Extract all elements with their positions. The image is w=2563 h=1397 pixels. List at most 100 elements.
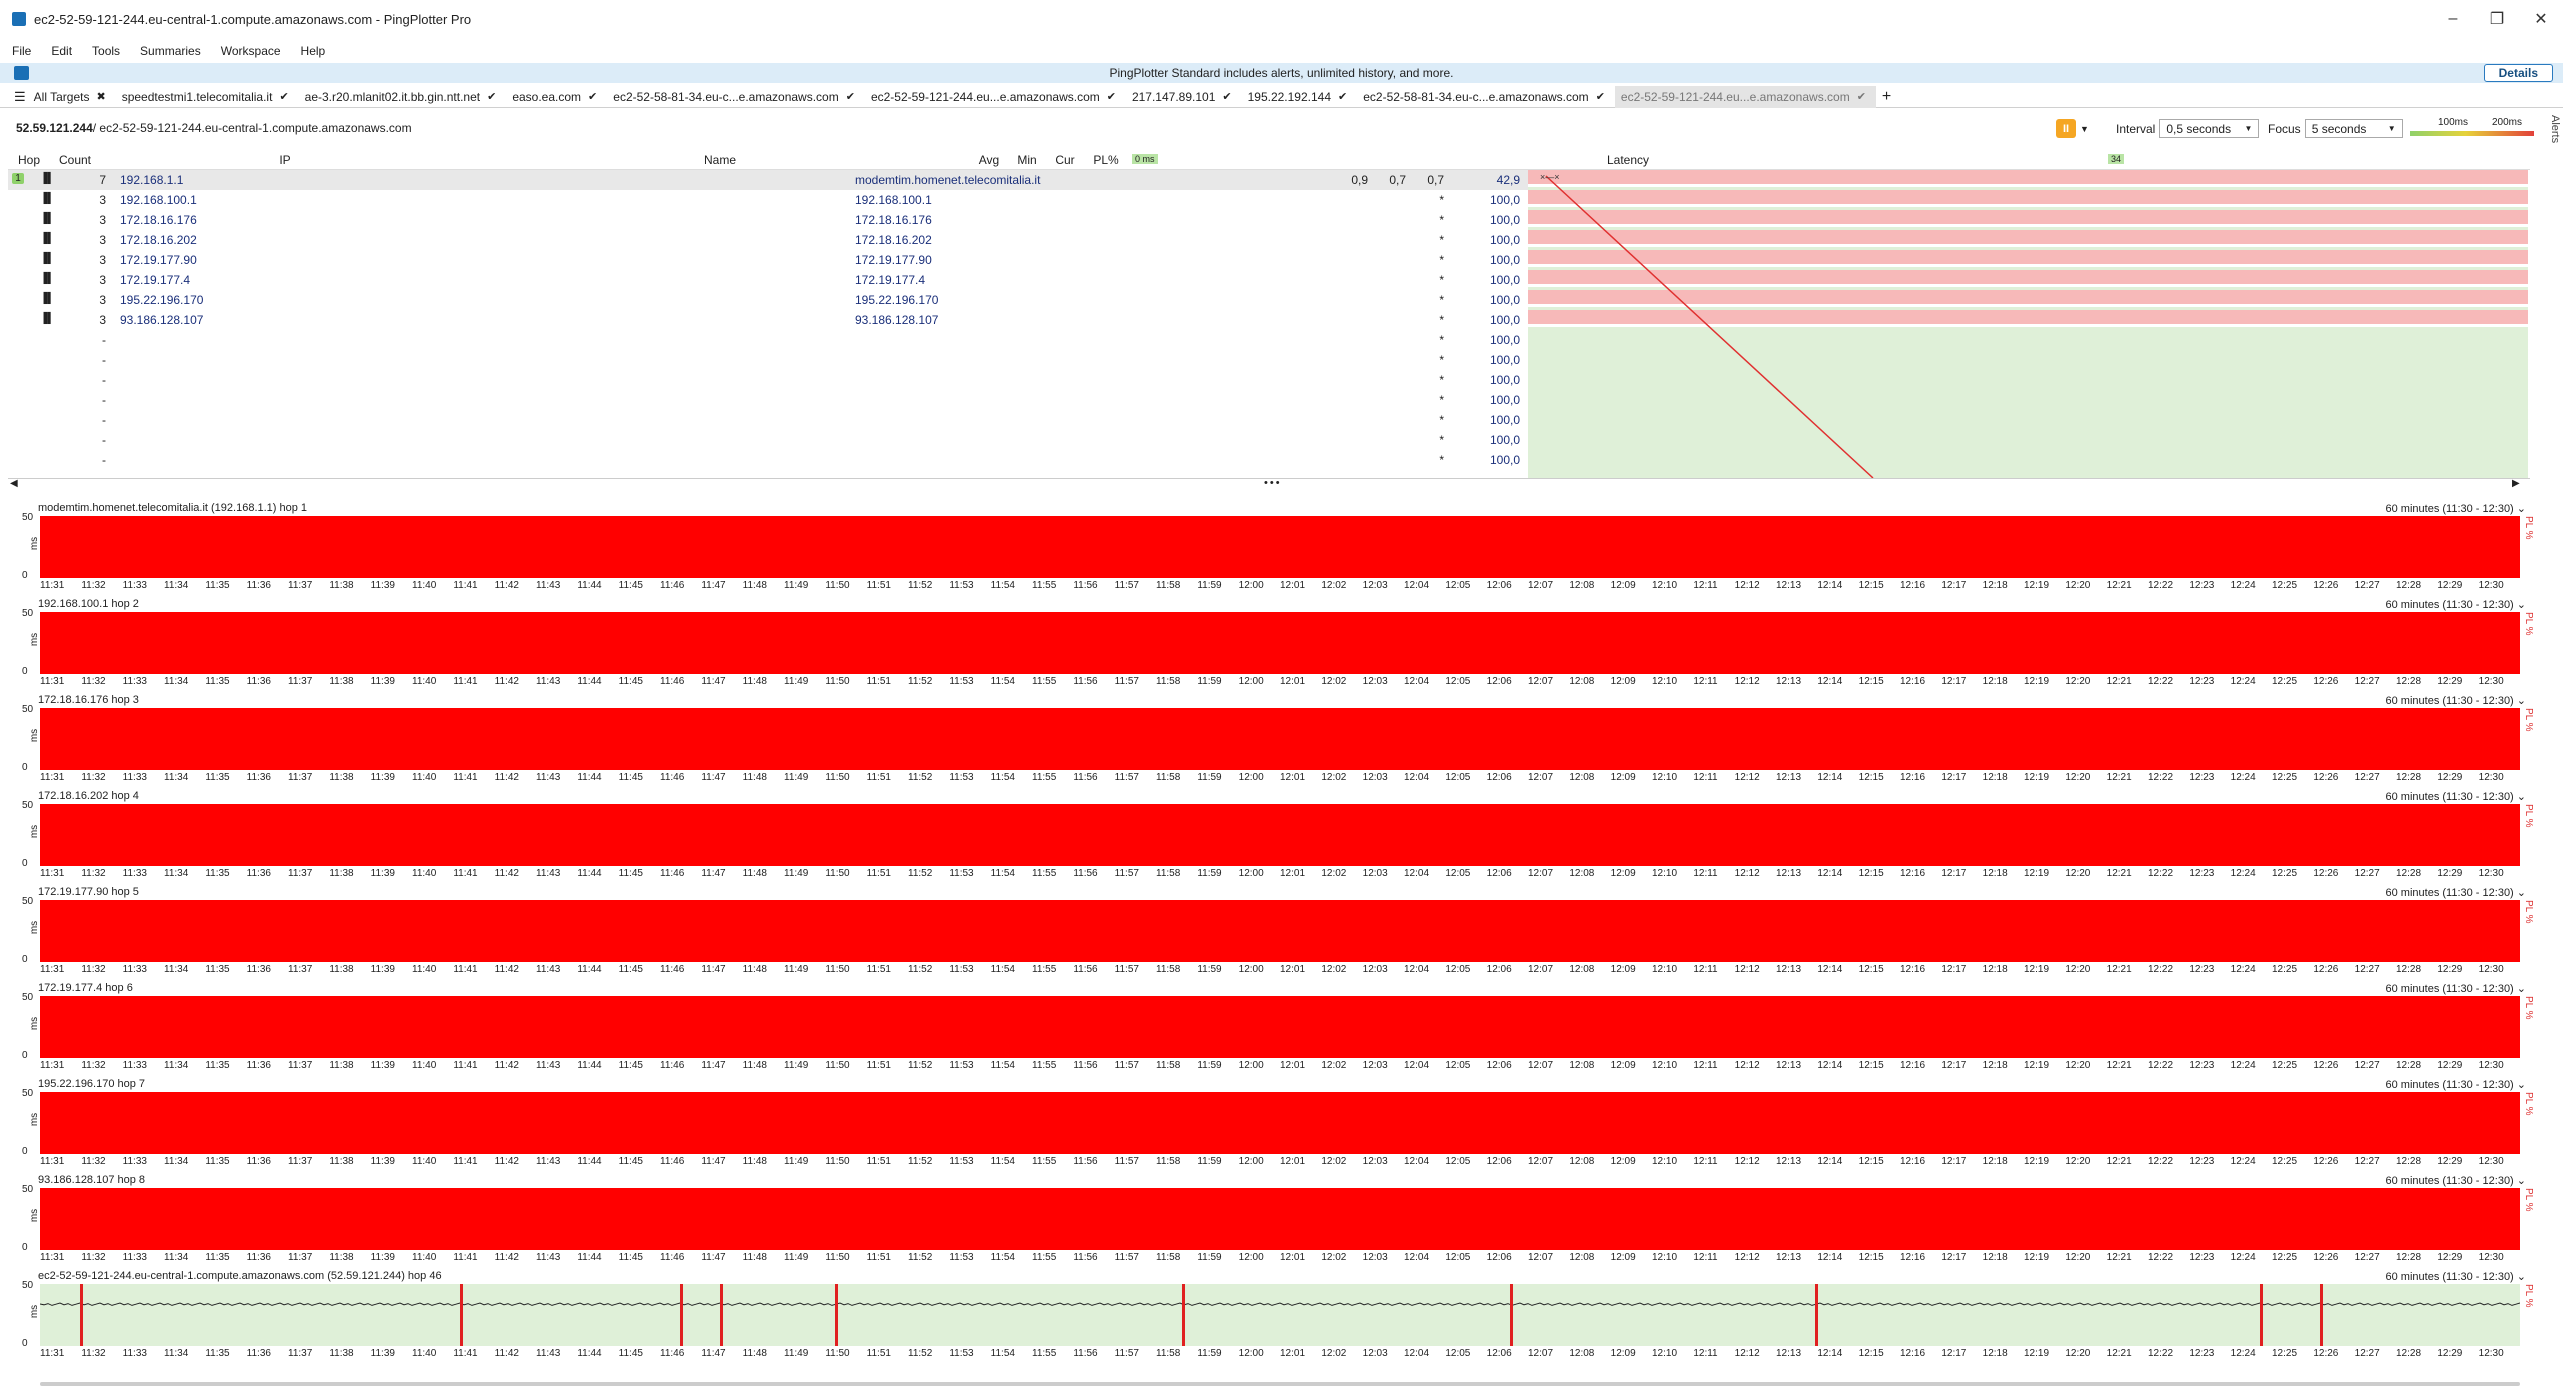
list-icon[interactable]: ☰ [14,89,26,105]
panel-range-select[interactable]: 60 minutes (11:30 - 12:30) ⌄ [2386,1078,2526,1091]
hop-graph-icon[interactable]: ▐▌ [40,213,54,224]
table-row[interactable]: ▐▌ 3 172.19.177.4 172.19.177.4 * 100,0 [8,270,1528,290]
table-row[interactable]: ▐▌ 3 93.186.128.107 93.186.128.107 * 100,0 [8,310,1528,330]
time-tick: 12:20 [2065,676,2091,687]
latency-plot[interactable] [40,1092,2520,1154]
time-tick: 11:43 [536,964,561,975]
table-row[interactable]: - * 100,0 [8,330,1528,350]
hop-graph-icon[interactable]: ▐▌ [40,253,54,264]
hop-timeline-panel[interactable]: 195.22.196.170 hop 7 60 minutes (11:30 - … [8,1078,2534,1174]
time-tick: 11:51 [866,964,891,975]
panel-range-select[interactable]: 60 minutes (11:30 - 12:30) ⌄ [2386,1174,2526,1187]
table-row[interactable]: - * 100,0 [8,350,1528,370]
latency-plot[interactable] [40,996,2520,1058]
latency-plot[interactable] [40,900,2520,962]
hop-timeline-panel[interactable]: 172.18.16.202 hop 4 60 minutes (11:30 - 1… [8,790,2534,886]
panel-range-select[interactable]: 60 minutes (11:30 - 12:30) ⌄ [2386,886,2526,899]
tab-target[interactable]: 217.147.89.101 ✔ [1126,86,1242,108]
hop-graph-icon[interactable]: ▐▌ [40,173,54,184]
hop-graph-icon[interactable]: ▐▌ [40,233,54,244]
time-tick: 12:07 [1528,772,1554,783]
close-icon[interactable]: ✕ [2519,0,2563,38]
alerts-side-tab[interactable]: Alerts [2549,115,2561,143]
interval-select[interactable]: 0,5 seconds ▼ [2159,119,2260,138]
panel-range-select[interactable]: 60 minutes (11:30 - 12:30) ⌄ [2386,694,2526,707]
table-row[interactable]: ▐▌ 3 195.22.196.170 195.22.196.170 * 100,0 [8,290,1528,310]
tab-target[interactable]: ae-3.r20.mlanit02.it.bb.gin.ntt.net ✔ [299,86,507,108]
table-row[interactable]: - * 100,0 [8,410,1528,430]
time-tick: 11:34 [164,580,189,591]
table-row[interactable]: ▐▌ 3 172.18.16.176 172.18.16.176 * 100,0 [8,210,1528,230]
panel-range-select[interactable]: 60 minutes (11:30 - 12:30) ⌄ [2386,502,2526,515]
splitter-handle[interactable]: ••• [1264,477,1282,489]
menu-help[interactable]: Help [301,44,326,58]
hop-timeline-panel[interactable]: 172.18.16.176 hop 3 60 minutes (11:30 - 1… [8,694,2534,790]
tab-target[interactable]: ec2-52-58-81-34.eu-c...e.amazonaws.com ✔ [607,86,865,108]
latency-plot[interactable] [40,708,2520,770]
focus-select[interactable]: 5 seconds ▼ [2304,119,2403,138]
col-latency[interactable]: 0 ms Latency 34 [1128,150,2128,169]
latency-plot[interactable] [40,1188,2520,1250]
hop-timeline-panel[interactable]: 192.168.100.1 hop 2 60 minutes (11:30 - 1… [8,598,2534,694]
hop-graph-icon[interactable]: ▐▌ [40,273,54,284]
menu-file[interactable]: File [12,44,31,58]
table-row[interactable]: ▐▌ 3 192.168.100.1 192.168.100.1 * 100,0 [8,190,1528,210]
table-row[interactable]: ▐▌ 1 7 192.168.1.1 modemtim.homenet.telecomi… [8,170,1528,190]
tab-target[interactable]: ec2-52-58-81-34.eu-c...e.amazonaws.com ✔ [1357,86,1615,108]
tab-target-active[interactable]: ec2-52-59-121-244.eu...e.amazonaws.com ✔ [1614,85,1876,108]
tab-target[interactable]: 195.22.192.144 ✔ [1242,86,1358,108]
table-row[interactable]: - * 100,0 [8,450,1528,470]
hop-timeline-panel[interactable]: ec2-52-59-121-244.eu-central-1.compute.a… [8,1270,2534,1366]
table-row[interactable]: - * 100,0 [8,430,1528,450]
panel-range-select[interactable]: 60 minutes (11:30 - 12:30) ⌄ [2386,598,2526,611]
col-avg[interactable]: Avg [970,150,1008,169]
scroll-right-icon[interactable]: ▶ [2512,478,2520,489]
check-icon: ✔ [487,91,497,103]
col-min[interactable]: Min [1008,150,1046,169]
col-pl[interactable]: PL% [1084,150,1128,169]
panel-range-select[interactable]: 60 minutes (11:30 - 12:30) ⌄ [2386,1270,2526,1283]
hop-graph-icon[interactable]: ▐▌ [40,193,54,204]
col-count[interactable]: Count [50,150,100,169]
col-name[interactable]: Name [470,150,970,169]
latency-plot[interactable] [40,612,2520,674]
tab-all-targets[interactable]: All Targets ✖ [28,86,116,108]
menu-edit[interactable]: Edit [51,44,72,58]
hop-graph-icon[interactable]: ▐▌ [40,293,54,304]
table-row[interactable]: - * 100,0 [8,390,1528,410]
hop-timeline-panel[interactable]: 172.19.177.4 hop 6 60 minutes (11:30 - 12… [8,982,2534,1078]
col-cur[interactable]: Cur [1046,150,1084,169]
hop-graph-icon[interactable]: ▐▌ [40,313,54,324]
pause-button[interactable]: II [2056,119,2076,138]
minimize-icon[interactable]: – [2431,0,2475,38]
panel-range-select[interactable]: 60 minutes (11:30 - 12:30) ⌄ [2386,982,2526,995]
col-hop[interactable]: Hop [8,150,50,169]
hop-timeline-panel[interactable]: 172.19.177.90 hop 5 60 minutes (11:30 - 1… [8,886,2534,982]
menu-tools[interactable]: Tools [92,44,120,58]
col-ip[interactable]: IP [100,150,470,169]
tab-target[interactable]: easo.ea.com ✔ [506,86,607,108]
latency-plot[interactable] [39,1284,2521,1346]
restore-icon[interactable]: ❐ [2475,0,2519,38]
latency-plot[interactable] [40,804,2520,866]
table-row[interactable]: ▐▌ 3 172.19.177.90 172.19.177.90 * 100,0 [8,250,1528,270]
details-button[interactable]: Details [2483,64,2553,82]
latency-graph[interactable]: ×—× [1528,170,2528,478]
hop-timeline-panel[interactable]: 93.186.128.107 hop 8 60 minutes (11:30 - … [8,1174,2534,1270]
tab-target[interactable]: speedtestmi1.telecomitalia.it ✔ [116,86,299,108]
hop-timeline-panel[interactable]: modemtim.homenet.telecomitalia.it (192.1… [8,502,2534,598]
latency-plot[interactable] [40,516,2520,578]
pause-dropdown-icon[interactable]: ▼ [2080,124,2089,134]
tab-target[interactable]: ec2-52-59-121-244.eu...e.amazonaws.com ✔ [865,86,1126,108]
grid-horizontal-scrollbar[interactable]: ◀ ••• ▶ [8,477,2530,492]
pl-cell: 100,0 [1489,313,1520,327]
timeline-scrollbar[interactable] [40,1382,2520,1386]
panel-range-select[interactable]: 60 minutes (11:30 - 12:30) ⌄ [2386,790,2526,803]
scroll-left-icon[interactable]: ◀ [10,478,18,489]
tab-close-icon[interactable]: ✖ [96,90,105,103]
menu-summaries[interactable]: Summaries [140,44,201,58]
add-tab-icon[interactable]: + [1882,88,1891,106]
menu-workspace[interactable]: Workspace [221,44,281,58]
table-row[interactable]: ▐▌ 3 172.18.16.202 172.18.16.202 * 100,0 [8,230,1528,250]
table-row[interactable]: - * 100,0 [8,370,1528,390]
